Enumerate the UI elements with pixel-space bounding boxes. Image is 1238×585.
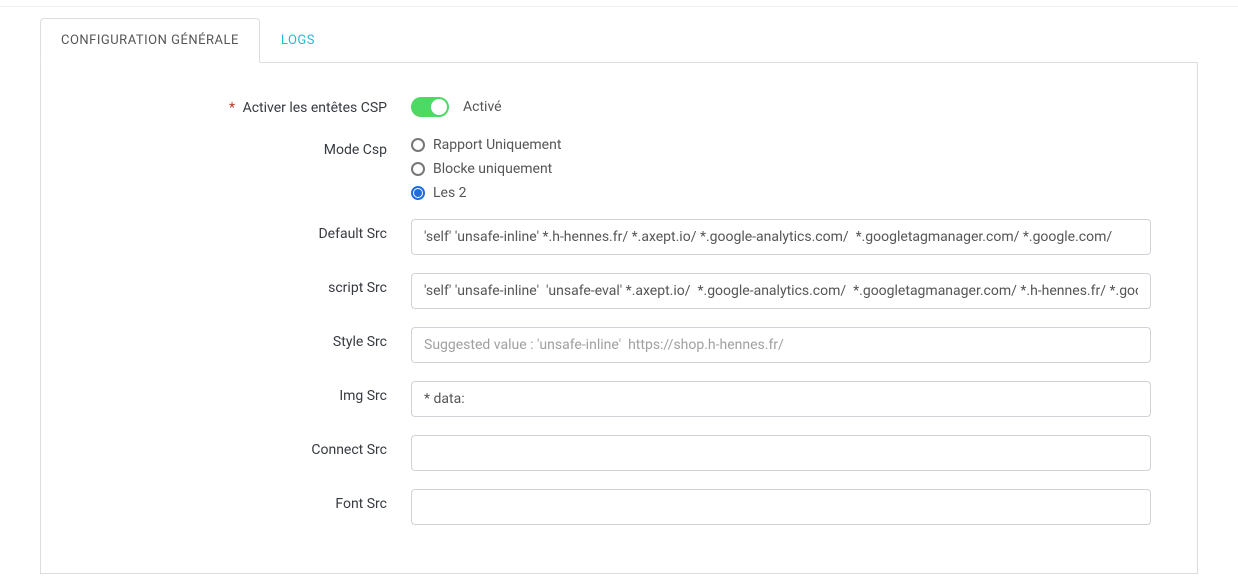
radio-icon xyxy=(411,138,425,152)
label-style-src: Style Src xyxy=(71,327,411,350)
toggle-status-label: Activé xyxy=(463,99,502,115)
input-img-src[interactable] xyxy=(411,381,1151,417)
tabs: CONFIGURATION GÉNÉRALE LOGS xyxy=(40,17,1198,63)
radio-label-block-only: Blocke uniquement xyxy=(433,161,552,177)
input-default-src[interactable] xyxy=(411,219,1151,255)
label-img-src: Img Src xyxy=(71,381,411,404)
input-script-src[interactable] xyxy=(411,273,1151,309)
radio-block-only[interactable]: Blocke uniquement xyxy=(411,161,1151,177)
label-script-src: script Src xyxy=(71,273,411,296)
label-connect-src: Connect Src xyxy=(71,435,411,458)
enable-csp-label-text: Activer les entêtes CSP xyxy=(243,100,387,116)
radio-both[interactable]: Les 2 xyxy=(411,185,1151,201)
radio-report-only[interactable]: Rapport Uniquement xyxy=(411,137,1151,153)
radio-group-mode-csp: Rapport Uniquement Blocke uniquement Les… xyxy=(411,135,1151,201)
tab-logs[interactable]: LOGS xyxy=(260,18,336,63)
input-connect-src[interactable] xyxy=(411,435,1151,471)
label-enable-csp: * Activer les entêtes CSP xyxy=(71,93,411,116)
label-mode-csp: Mode Csp xyxy=(71,135,411,158)
tab-configuration-generale[interactable]: CONFIGURATION GÉNÉRALE xyxy=(40,18,260,63)
input-style-src[interactable] xyxy=(411,327,1151,363)
input-font-src[interactable] xyxy=(411,489,1151,525)
radio-icon-selected xyxy=(411,186,425,200)
radio-label-report-only: Rapport Uniquement xyxy=(433,137,561,153)
toggle-enable-csp[interactable] xyxy=(411,97,449,117)
required-asterisk: * xyxy=(229,100,235,116)
config-panel: * Activer les entêtes CSP Activé Mode Cs… xyxy=(40,63,1198,574)
label-default-src: Default Src xyxy=(71,219,411,242)
label-font-src: Font Src xyxy=(71,489,411,512)
radio-icon xyxy=(411,162,425,176)
radio-label-both: Les 2 xyxy=(433,185,467,201)
